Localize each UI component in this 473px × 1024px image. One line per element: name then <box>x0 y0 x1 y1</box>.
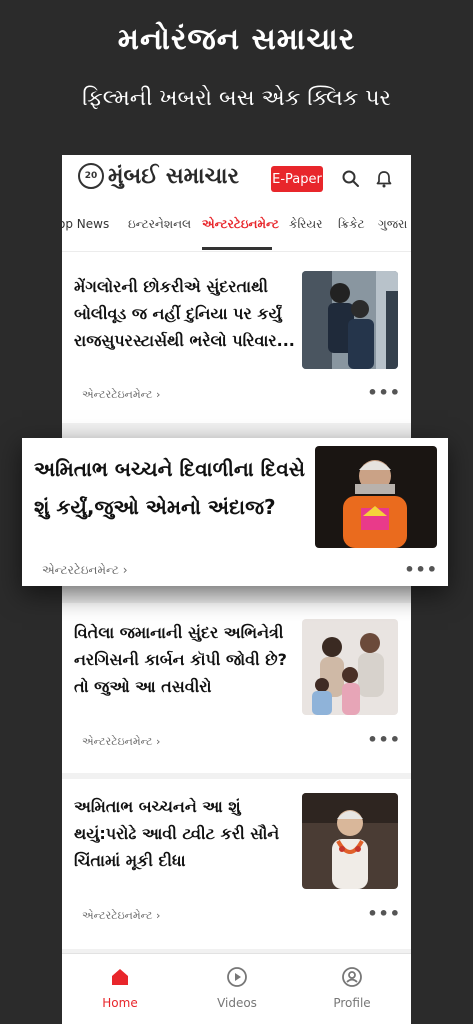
search-icon[interactable] <box>341 169 361 189</box>
app-screen: 20 મુંબઈ સમાચાર E-Paper op News ઇન્ટરનેશ… <box>62 155 411 1024</box>
bell-icon[interactable] <box>374 169 394 189</box>
article-thumbnail <box>302 793 398 889</box>
tab-entertainment[interactable]: એન્ટરટેઇનમેન્ટ <box>202 217 279 232</box>
more-options-icon[interactable]: ••• <box>367 730 401 749</box>
more-options-icon[interactable]: ••• <box>404 560 438 579</box>
article-thumbnail <box>302 271 398 369</box>
article-title: અમિતાભ બચ્ચનને આ શું થયું:પરોઢે આવી ટ્વી… <box>74 797 280 870</box>
profile-icon <box>342 967 362 987</box>
nav-home-label: Home <box>102 996 138 1010</box>
nav-profile[interactable]: Profile <box>312 966 392 1010</box>
app-logo[interactable]: 20 મુંબઈ સમાચાર <box>78 163 239 189</box>
tab-top-news[interactable]: op News <box>62 217 109 231</box>
epaper-button[interactable]: E-Paper <box>271 166 323 192</box>
logo-badge: 20 <box>78 163 104 189</box>
play-circle-icon <box>227 967 247 987</box>
article-card[interactable]: વિતેલા જમાનાની સુંદર અભિનેત્રી નરગિસની ક… <box>62 603 411 773</box>
tab-international[interactable]: ઇન્ટરનેશનલ <box>128 217 191 232</box>
nav-videos[interactable]: Videos <box>197 966 277 1010</box>
tab-cricket[interactable]: ક્રિકેટ <box>338 217 365 232</box>
nav-home[interactable]: Home <box>80 966 160 1010</box>
app-header: 20 મુંબઈ સમાચાર E-Paper <box>62 155 411 203</box>
active-tab-indicator <box>202 247 272 250</box>
highlighted-article-card[interactable]: અમિતાભ બચ્ચને દિવાળીના દિવસે શું કર્યું,… <box>22 438 448 586</box>
category-tabs: op News ઇન્ટરનેશનલ એન્ટરટેઇનમેન્ટ કેરિયર… <box>62 207 411 252</box>
article-thumbnail <box>302 619 398 715</box>
tab-career[interactable]: કેરિયર <box>289 217 322 232</box>
article-card[interactable]: અમિતાભ બચ્ચનને આ શું થયું:પરોઢે આવી ટ્વી… <box>62 779 411 949</box>
news-feed: મેંગલોરની છોકરીએ સુંદરતાથી બોલીવૂડ જ નહી… <box>62 253 411 953</box>
home-icon <box>112 969 128 985</box>
logo-text: મુંબઈ સમાચાર <box>108 163 239 189</box>
highlighted-article-category[interactable]: એન્ટરટેઇનમેન્ટ › <box>42 563 128 578</box>
nav-videos-label: Videos <box>217 996 257 1010</box>
more-options-icon[interactable]: ••• <box>367 383 401 402</box>
article-title: વિતેલા જમાનાની સુંદર અભિનેત્રી નરગિસની ક… <box>74 623 287 696</box>
promo-subtitle: ફિલ્મની ખબરો બસ એક ક્લિક પર <box>82 86 391 111</box>
tab-gujarat[interactable]: ગુજરા <box>378 217 407 232</box>
nav-profile-label: Profile <box>333 996 371 1010</box>
article-category[interactable]: એન્ટરટેઇનમેન્ટ › <box>82 735 160 749</box>
bottom-navigation: Home Videos Profile <box>62 953 411 1024</box>
article-category[interactable]: એન્ટરટેઇનમેન્ટ › <box>82 909 160 923</box>
highlighted-article-title: અમિતાભ બચ્ચને દિવાળીના દિવસે શું કર્યું,… <box>34 457 306 519</box>
promo-title: મનોરંજન સમાચાર <box>117 22 356 57</box>
highlighted-article-thumbnail <box>315 446 437 548</box>
article-title: મેંગલોરની છોકરીએ સુંદરતાથી બોલીવૂડ જ નહી… <box>74 277 295 350</box>
more-options-icon[interactable]: ••• <box>367 904 401 923</box>
article-card[interactable]: મેંગલોરની છોકરીએ સુંદરતાથી બોલીવૂડ જ નહી… <box>62 253 411 423</box>
article-category[interactable]: એન્ટરટેઇનમેન્ટ › <box>82 388 160 402</box>
